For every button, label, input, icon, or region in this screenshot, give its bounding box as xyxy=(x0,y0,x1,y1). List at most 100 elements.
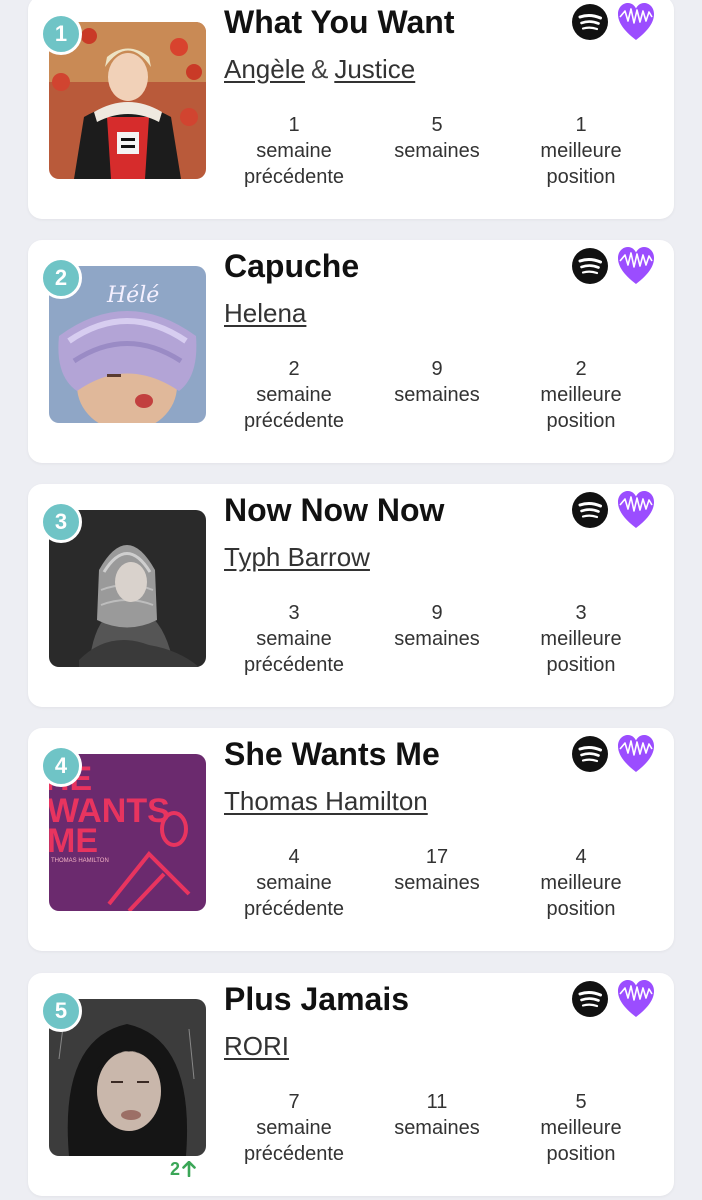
cover-text-line: ME xyxy=(49,822,98,860)
weeks-value: 17 xyxy=(425,846,449,868)
weeks-stat: 5 semaines xyxy=(367,112,507,164)
chart-entry-card[interactable]: HE WANTS ME THOMAS HAMILTON 4 She Wants … xyxy=(28,728,674,951)
previous-week-value: 1 xyxy=(288,114,300,136)
track-title: Capuche xyxy=(224,248,360,284)
best-position-label-line1: meilleure xyxy=(540,628,622,650)
best-position-label-line2: position xyxy=(546,898,616,920)
rank-change-indicator: 2 xyxy=(170,1159,196,1180)
previous-week-label-line2: précédente xyxy=(243,166,345,188)
artist-list: Typh Barrow xyxy=(224,542,370,573)
stats-row: 2 semaine précédente 9 semaines 2 meille… xyxy=(224,356,654,440)
best-position-stat: 3 meilleure position xyxy=(511,600,651,678)
best-position-value: 3 xyxy=(575,602,587,624)
weeks-value: 11 xyxy=(426,1091,448,1113)
heart-icon[interactable] xyxy=(616,977,656,1021)
best-position-label-line1: meilleure xyxy=(540,872,622,894)
artist-list: Thomas Hamilton xyxy=(224,786,428,817)
artist-link[interactable]: Typh Barrow xyxy=(224,542,370,572)
rank-badge: 3 xyxy=(40,501,82,543)
artist-list: RORI xyxy=(224,1031,289,1062)
rank-badge: 2 xyxy=(40,257,82,299)
artist-separator: & xyxy=(310,54,329,84)
stats-row: 4 semaine précédente 17 semaines 4 meill… xyxy=(224,844,654,928)
previous-week-label-line1: semaine xyxy=(256,384,332,406)
previous-week-stat: 7 semaine précédente xyxy=(224,1089,364,1167)
previous-week-label-line1: semaine xyxy=(256,1117,332,1139)
heart-icon[interactable] xyxy=(616,488,656,532)
rank-change-value: 2 xyxy=(170,1159,181,1179)
weeks-label: semaines xyxy=(394,140,480,162)
weeks-label: semaines xyxy=(394,872,480,894)
track-title: Plus Jamais xyxy=(224,981,409,1017)
artist-link[interactable]: Angèle xyxy=(224,54,305,84)
chart-entry-card[interactable]: Hélé 2 Capuche Helena 2 semaine précéden… xyxy=(28,240,674,463)
artist-list: Angèle & Justice xyxy=(224,54,415,85)
best-position-label-line2: position xyxy=(546,410,616,432)
weeks-value: 9 xyxy=(431,602,443,624)
heart-icon[interactable] xyxy=(616,244,656,288)
chart-entry-card[interactable]: 1 What You Want Angèle & Justice 1 semaine… xyxy=(28,0,674,219)
best-position-stat: 4 meilleure position xyxy=(511,844,651,922)
spotify-icon[interactable] xyxy=(572,736,608,772)
artist-link[interactable]: Justice xyxy=(334,54,415,84)
track-title: She Wants Me xyxy=(224,736,440,772)
spotify-icon[interactable] xyxy=(572,492,608,528)
chart-entry-card[interactable]: 5 2 Plus Jamais RORI 7 semaine précédent… xyxy=(28,973,674,1196)
best-position-label-line1: meilleure xyxy=(540,140,622,162)
weeks-stat: 9 semaines xyxy=(367,356,507,408)
artist-link[interactable]: Helena xyxy=(224,298,306,328)
weeks-label: semaines xyxy=(394,384,480,406)
rank-badge: 5 xyxy=(40,990,82,1032)
best-position-label-line1: meilleure xyxy=(540,384,622,406)
best-position-value: 5 xyxy=(575,1091,587,1113)
best-position-label-line2: position xyxy=(546,1143,616,1165)
track-title: Now Now Now xyxy=(224,492,445,528)
previous-week-label-line2: précédente xyxy=(243,898,345,920)
artist-list: Helena xyxy=(224,298,306,329)
best-position-value: 4 xyxy=(575,846,587,868)
rank-badge: 1 xyxy=(40,13,82,55)
stats-row: 7 semaine précédente 11 semaines 5 meill… xyxy=(224,1089,654,1173)
weeks-value: 5 xyxy=(431,114,443,136)
best-position-value: 1 xyxy=(575,114,587,136)
rank-badge: 4 xyxy=(40,745,82,787)
best-position-label-line1: meilleure xyxy=(540,1117,622,1139)
weeks-label: semaines xyxy=(394,628,480,650)
previous-week-label-line2: précédente xyxy=(243,1143,345,1165)
previous-week-stat: 4 semaine précédente xyxy=(224,844,364,922)
previous-week-label-line1: semaine xyxy=(256,628,332,650)
spotify-icon[interactable] xyxy=(572,981,608,1017)
best-position-stat: 5 meilleure position xyxy=(511,1089,651,1167)
previous-week-value: 3 xyxy=(288,602,300,624)
best-position-label-line2: position xyxy=(546,166,616,188)
heart-icon[interactable] xyxy=(616,0,656,44)
weeks-label: semaines xyxy=(394,1117,480,1139)
weeks-stat: 9 semaines xyxy=(367,600,507,652)
cover-small-text: THOMAS HAMILTON xyxy=(51,858,109,864)
stats-row: 1 semaine précédente 5 semaines 1 meille… xyxy=(224,112,654,196)
track-title: What You Want xyxy=(224,4,455,40)
chart-entry-card[interactable]: 3 Now Now Now Typh Barrow 3 semaine préc… xyxy=(28,484,674,707)
artist-link[interactable]: Thomas Hamilton xyxy=(224,786,428,816)
spotify-icon[interactable] xyxy=(572,4,608,40)
cover-script-text: Hélé xyxy=(106,283,159,308)
previous-week-stat: 1 semaine précédente xyxy=(224,112,364,190)
weeks-stat: 17 semaines xyxy=(367,844,507,896)
best-position-stat: 1 meilleure position xyxy=(511,112,651,190)
previous-week-label-line2: précédente xyxy=(243,654,345,676)
previous-week-stat: 2 semaine précédente xyxy=(224,356,364,434)
previous-week-label-line2: précédente xyxy=(243,410,345,432)
spotify-icon[interactable] xyxy=(572,248,608,284)
previous-week-label-line1: semaine xyxy=(256,140,332,162)
arrow-up-icon xyxy=(182,1160,196,1178)
best-position-stat: 2 meilleure position xyxy=(511,356,651,434)
weeks-value: 9 xyxy=(431,358,443,380)
heart-icon[interactable] xyxy=(616,732,656,776)
previous-week-label-line1: semaine xyxy=(256,872,332,894)
artist-link[interactable]: RORI xyxy=(224,1031,289,1061)
previous-week-stat: 3 semaine précédente xyxy=(224,600,364,678)
previous-week-value: 4 xyxy=(288,846,300,868)
previous-week-value: 7 xyxy=(288,1091,300,1113)
stats-row: 3 semaine précédente 9 semaines 3 meille… xyxy=(224,600,654,684)
weeks-stat: 11 semaines xyxy=(367,1089,507,1141)
